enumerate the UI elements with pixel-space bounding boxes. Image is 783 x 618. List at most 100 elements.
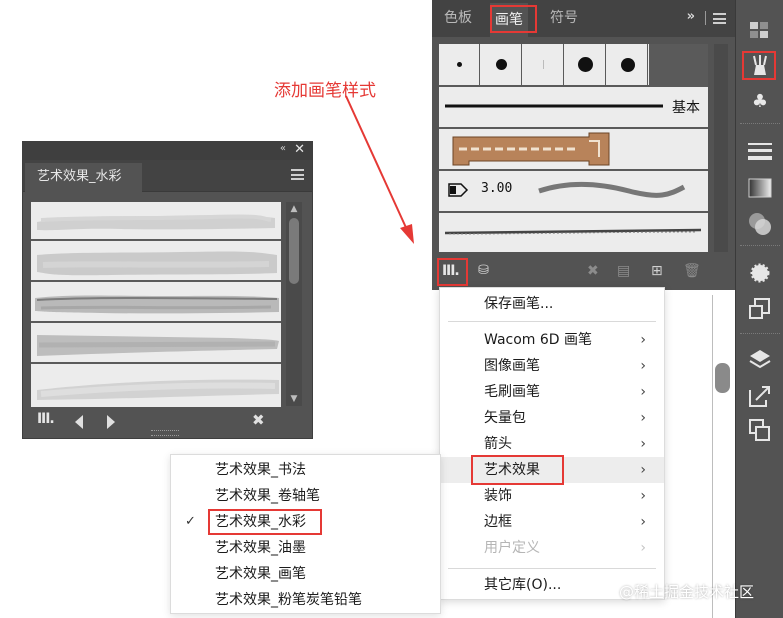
- export-icon[interactable]: [736, 380, 783, 412]
- symbols-icon[interactable]: ♣: [736, 85, 783, 117]
- scroll-thumb[interactable]: [289, 218, 299, 284]
- annotation-arrow: [345, 95, 414, 244]
- brush-stroke-preview: [445, 104, 663, 108]
- brush-options-icon[interactable]: ▤: [617, 263, 630, 279]
- libraries-panel-icon[interactable]: ⛁: [478, 263, 489, 278]
- chevron-right-icon: ›: [640, 436, 646, 452]
- chevron-right-icon: ›: [640, 514, 646, 530]
- layers-icon[interactable]: [736, 344, 783, 376]
- brush-list: [31, 202, 281, 407]
- brush-size-label: 3.00: [481, 181, 513, 196]
- menu-item-borders[interactable]: 边框 ›: [440, 509, 664, 535]
- remove-brush-stroke-icon[interactable]: ✖: [587, 263, 599, 279]
- brush-library-menu: 保存画笔... Wacom 6D 画笔 › 图像画笔 › 毛刷画笔 › 矢量包 › 箭头…: [439, 287, 665, 600]
- menu-separator: [448, 321, 656, 322]
- graphic-styles-icon[interactable]: [736, 293, 783, 325]
- brush-stroke-preview: [37, 251, 277, 276]
- brush-list-scrollbar[interactable]: [714, 44, 728, 252]
- highlight-box-brushes-tab: [490, 5, 537, 33]
- panel-tab-row: 色板 画笔 符号 »: [432, 0, 735, 37]
- artboards-icon[interactable]: [736, 414, 783, 446]
- resize-grip[interactable]: [151, 430, 179, 436]
- scroll-down-icon[interactable]: ▼: [286, 394, 302, 404]
- canvas-edge: [712, 295, 735, 618]
- brush-item-round-5[interactable]: [607, 44, 648, 85]
- tab-swatches[interactable]: 色板: [444, 7, 472, 27]
- watercolor-library-panel: « ✕ 艺术效果_水彩 ▲ ▼ ⅡⅠ. ✖: [22, 141, 313, 439]
- panel-menu-icon[interactable]: [291, 169, 304, 180]
- submenu-item-chalk-charcoal-pencil[interactable]: 艺术效果_粉笔炭笔铅笔: [171, 587, 440, 613]
- brush-stroke-preview: [37, 214, 275, 231]
- divider: [705, 11, 706, 25]
- brush-item-watercolor-5[interactable]: [31, 366, 281, 405]
- brush-item-round-4[interactable]: [565, 44, 606, 85]
- menu-item-vector-packs[interactable]: 矢量包 ›: [440, 405, 664, 431]
- submenu-item-paintbrush[interactable]: 艺术效果_画笔: [171, 561, 440, 587]
- brush-stroke-preview: [452, 132, 610, 166]
- brush-stroke-preview: [448, 181, 686, 198]
- menu-item-wacom-6d[interactable]: Wacom 6D 画笔 ›: [440, 327, 664, 353]
- swatches-icon[interactable]: [736, 14, 783, 46]
- chevron-right-icon: ›: [640, 384, 646, 400]
- brush-item-round-3[interactable]: [523, 44, 564, 85]
- new-brush-icon[interactable]: ⊞: [651, 263, 663, 279]
- submenu-item-scroll-pen[interactable]: 艺术效果_卷轴笔: [171, 483, 440, 509]
- menu-separator: [448, 568, 656, 569]
- highlight-box-library-icon: [437, 258, 468, 286]
- brush-item-art-3pt[interactable]: 3.00: [439, 169, 708, 211]
- close-icon[interactable]: ✕: [294, 142, 305, 157]
- menu-item-image-brushes[interactable]: 图像画笔 ›: [440, 353, 664, 379]
- menu-item-save-brushes[interactable]: 保存画笔...: [440, 291, 664, 317]
- divider: [740, 123, 780, 124]
- brush-item-charcoal[interactable]: [439, 211, 708, 252]
- brush-stroke-preview: [37, 335, 279, 356]
- brush-item-watercolor-3[interactable]: [31, 284, 281, 323]
- highlight-box-brushes-icon: [742, 51, 776, 80]
- submenu-item-calligraphic[interactable]: 艺术效果_书法: [171, 457, 440, 483]
- brush-item-watercolor-2[interactable]: [31, 243, 281, 282]
- scroll-handle[interactable]: [715, 363, 730, 393]
- appearance-icon[interactable]: [736, 257, 783, 289]
- brush-item-pattern[interactable]: [439, 127, 708, 169]
- panel-menu-icon[interactable]: [713, 13, 726, 24]
- transparency-icon[interactable]: [736, 207, 783, 239]
- menu-item-arrows[interactable]: 箭头 ›: [440, 431, 664, 457]
- brush-list: 基本 3.00: [439, 44, 708, 252]
- chevron-right-icon: ›: [640, 358, 646, 374]
- brush-stroke-preview: [37, 379, 279, 400]
- brush-item-round-2[interactable]: [481, 44, 522, 85]
- watermark: @稀土掘金技术社区: [619, 583, 755, 601]
- stroke-icon[interactable]: [736, 135, 783, 167]
- remove-brush-stroke-icon[interactable]: ✖: [252, 411, 265, 429]
- brush-stroke-preview: [35, 295, 279, 314]
- brush-item-watercolor-4[interactable]: [31, 325, 281, 364]
- brush-item-watercolor-1[interactable]: [31, 202, 281, 241]
- tab-watercolor[interactable]: 艺术效果_水彩: [25, 163, 142, 192]
- tab-symbols[interactable]: 符号: [550, 7, 578, 27]
- brush-list-scrollbar[interactable]: ▲ ▼: [286, 202, 302, 406]
- chevron-right-icon: ›: [640, 540, 646, 556]
- brush-library-menu-icon[interactable]: ⅡⅠ.: [37, 411, 55, 427]
- delete-brush-icon[interactable]: 🗑: [683, 263, 701, 279]
- scroll-up-icon[interactable]: ▲: [286, 204, 302, 214]
- menu-item-user-defined: 用户定义 ›: [440, 535, 664, 561]
- menu-item-decorative[interactable]: 装饰 ›: [440, 483, 664, 509]
- previous-library-icon[interactable]: [75, 415, 83, 429]
- next-library-icon[interactable]: [107, 415, 115, 429]
- menu-item-bristle-brushes[interactable]: 毛刷画笔 ›: [440, 379, 664, 405]
- highlight-box-artistic: [471, 455, 564, 485]
- chevron-right-icon: ›: [640, 410, 646, 426]
- collapse-icon[interactable]: «: [280, 143, 286, 154]
- brush-stroke-preview: [444, 228, 702, 235]
- panel-overflow-icon[interactable]: »: [687, 9, 695, 24]
- panel-titlebar[interactable]: « ✕: [23, 142, 312, 160]
- chevron-right-icon: ›: [640, 488, 646, 504]
- divider: [740, 333, 780, 334]
- chevron-right-icon: ›: [640, 332, 646, 348]
- gradient-icon[interactable]: [736, 172, 783, 204]
- brushes-panel: 色板 画笔 符号 » 基本 3.00 ⅡⅠ. ⛁ ✖ ▤ ⊞ 🗑: [432, 0, 735, 290]
- submenu-item-ink[interactable]: 艺术效果_油墨: [171, 535, 440, 561]
- brush-item-basic[interactable]: 基本: [439, 85, 708, 127]
- divider: [740, 245, 780, 246]
- brush-item-round-1[interactable]: [439, 44, 480, 85]
